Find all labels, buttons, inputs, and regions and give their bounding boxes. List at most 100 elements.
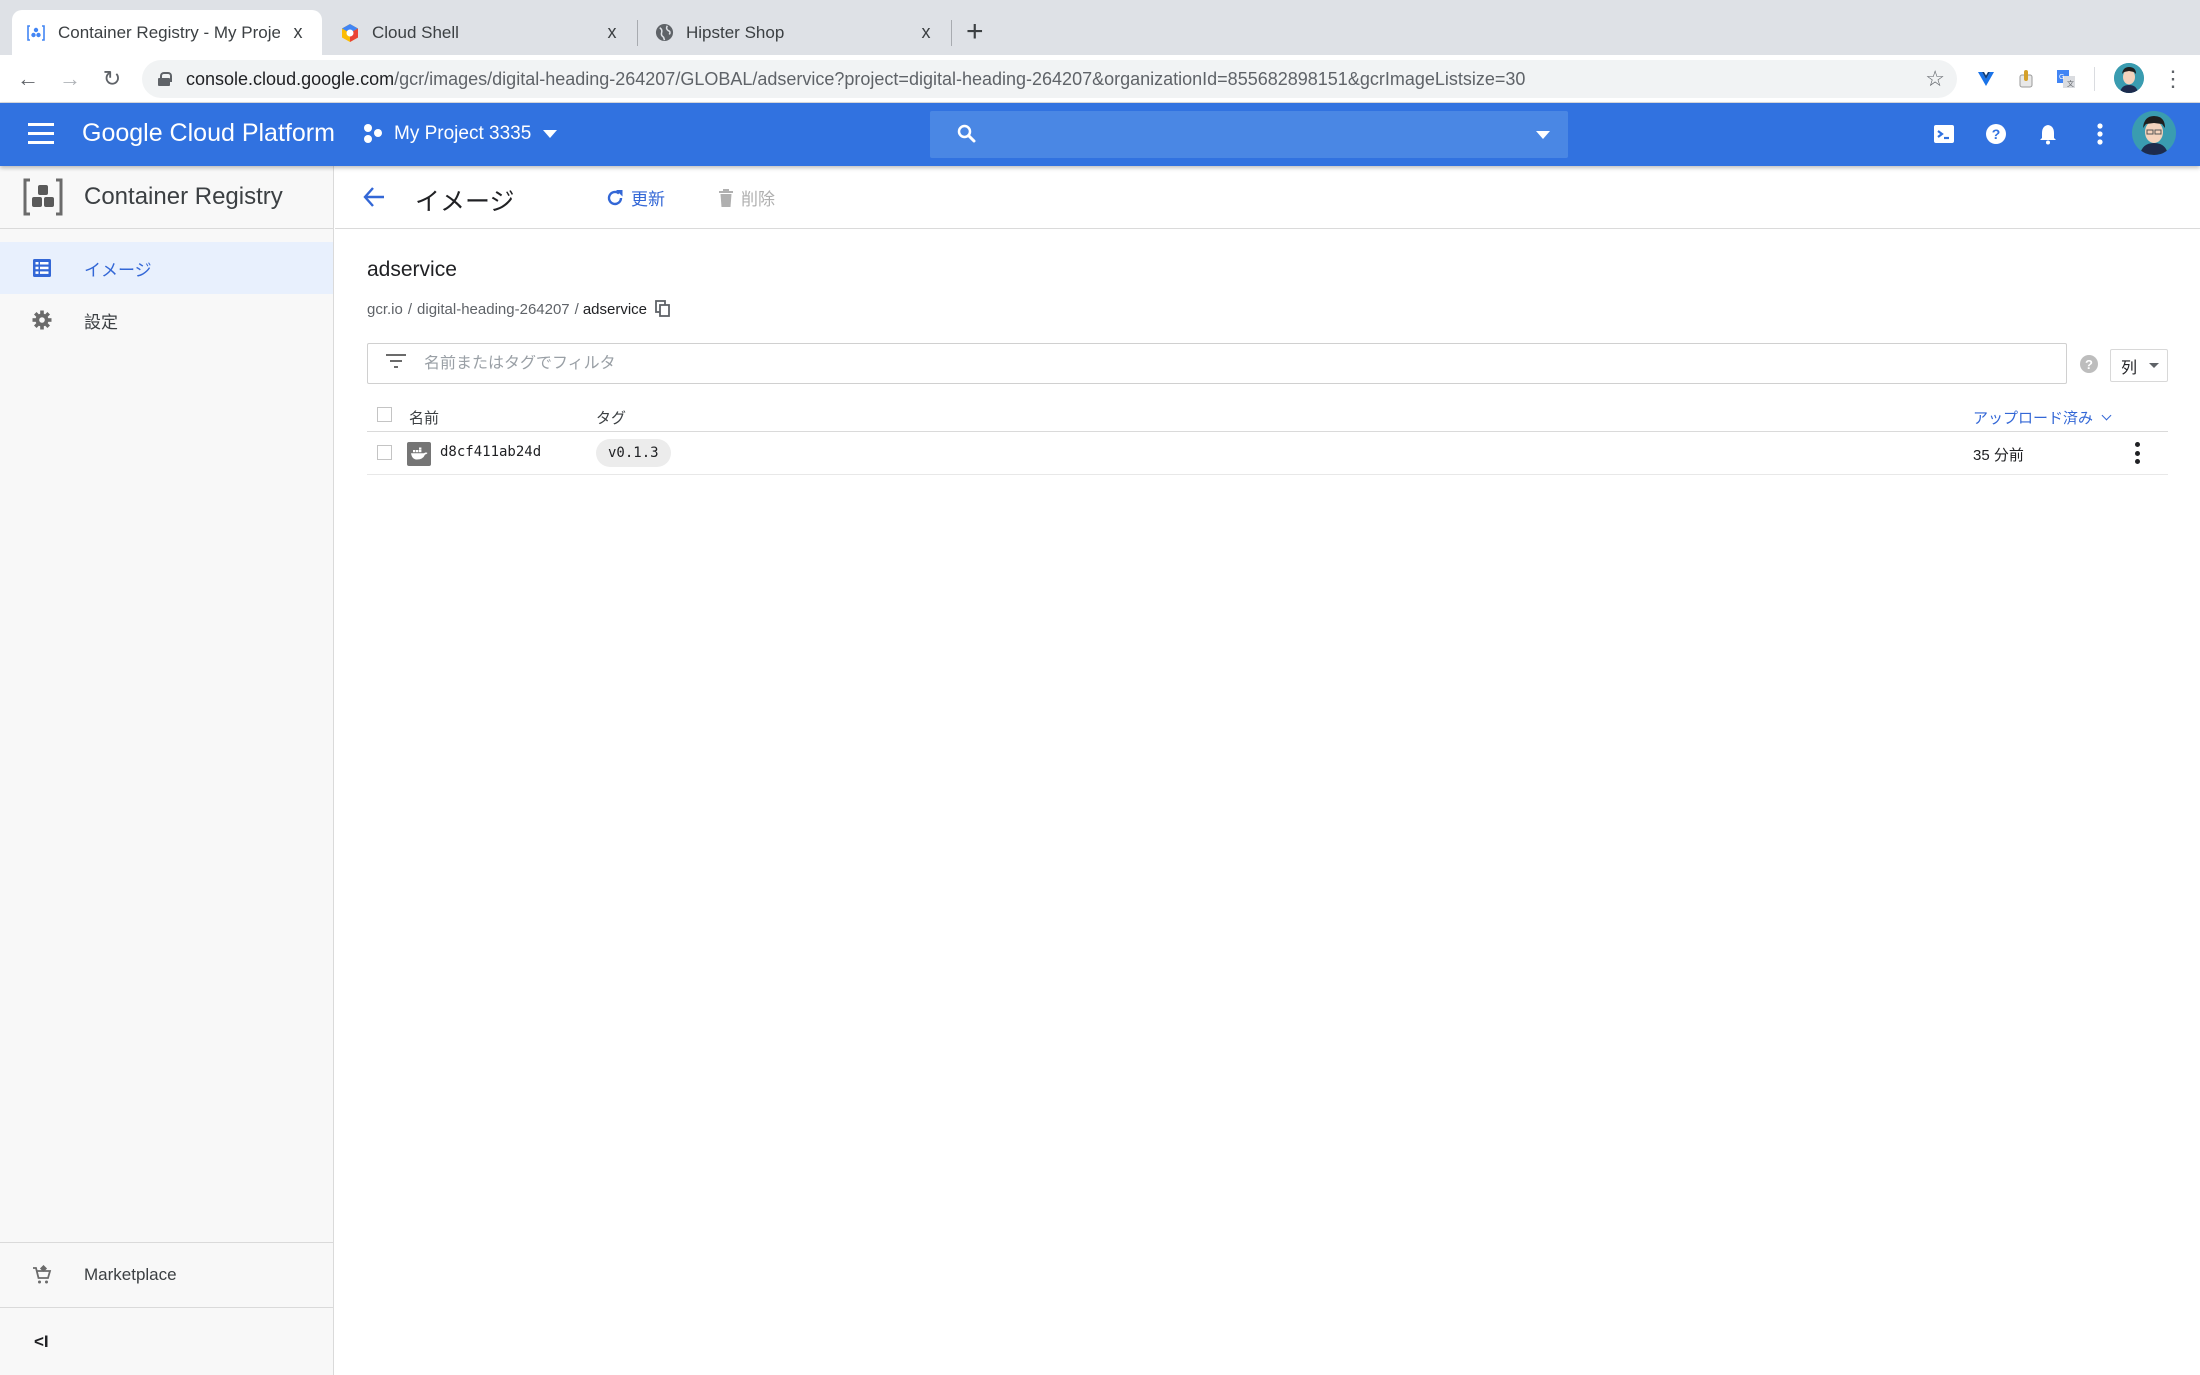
arrow-right-icon: → <box>59 66 81 91</box>
row-checkbox[interactable] <box>377 445 392 460</box>
delete-label: 削除 <box>741 190 775 209</box>
repository-path-breadcrumb: gcr.io / digital-heading-264207 / adserv… <box>367 300 671 318</box>
select-all-checkbox[interactable] <box>377 407 392 422</box>
forward-button[interactable]: → <box>54 63 86 95</box>
notifications-bell-icon[interactable] <box>2034 120 2062 148</box>
globe-icon <box>654 23 674 43</box>
column-header-uploaded[interactable]: アップロード済み <box>1973 407 2112 428</box>
cloud-shell-activate-icon[interactable] <box>1930 120 1958 148</box>
url-host: console.cloud.google.com <box>186 68 395 89</box>
refresh-icon <box>607 189 623 205</box>
gcp-brand-title[interactable]: Google Cloud Platform <box>82 119 335 148</box>
arrow-left-icon: ← <box>17 66 39 91</box>
reload-icon: ↻ <box>102 66 122 91</box>
browser-tab-hipster-shop[interactable]: Hipster Shop x <box>640 10 950 55</box>
lock-icon <box>158 72 172 86</box>
sidebar-item-marketplace[interactable]: Marketplace <box>0 1242 333 1307</box>
close-tab-icon[interactable]: x <box>602 22 622 43</box>
reload-button[interactable]: ↻ <box>96 63 128 95</box>
extension-vue-icon[interactable] <box>1974 67 1998 91</box>
container-registry-icon <box>26 23 46 43</box>
tab-title: Cloud Shell <box>372 22 459 42</box>
filter-box[interactable] <box>367 343 2067 384</box>
browser-profile-avatar[interactable] <box>2114 63 2144 93</box>
search-dropdown-icon[interactable] <box>1536 131 1550 139</box>
container-registry-logo-icon <box>22 176 64 218</box>
tab-separator <box>951 20 952 46</box>
hamburger-menu-icon[interactable] <box>28 123 54 145</box>
images-table: 名前 タグ アップロード済み d8cf411ab24d v0.1.3 35 分前 <box>367 398 2168 475</box>
extension-hand-icon[interactable] <box>2014 67 2038 91</box>
close-tab-icon[interactable]: x <box>916 22 936 43</box>
breadcrumb-separator: / <box>574 300 579 318</box>
svg-text:文: 文 <box>2067 79 2074 88</box>
help-circle-icon[interactable]: ? <box>2080 355 2098 373</box>
sidebar-item-settings[interactable]: 設定 <box>0 294 333 346</box>
bookmark-star-icon[interactable]: ☆ <box>1925 66 1945 92</box>
column-header-tags: タグ <box>596 410 627 427</box>
back-button[interactable]: ← <box>12 63 44 95</box>
sidebar-item-label: イメージ <box>84 260 152 280</box>
browser-toolbar: ← → ↻ console.cloud.google.com/gcr/image… <box>0 55 2200 103</box>
image-digest[interactable]: d8cf411ab24d <box>440 444 541 460</box>
tag-chip: v0.1.3 <box>596 439 671 467</box>
tab-title: Container Registry - My Project <box>58 22 280 42</box>
collapse-icon: <I <box>34 1331 49 1351</box>
page-action-bar: イメージ 更新 削除 <box>335 166 2200 229</box>
svg-text:G: G <box>2059 74 2064 81</box>
browser-tab-strip: Container Registry - My Project x Cloud … <box>0 0 2200 55</box>
sidebar-item-images[interactable]: イメージ <box>0 242 333 294</box>
console-header: Google Cloud Platform My Project 3335 ? <box>0 103 2200 166</box>
breadcrumb-project[interactable]: digital-heading-264207 <box>417 301 570 318</box>
column-header-uploaded-label: アップロード済み <box>1973 410 2094 427</box>
help-icon[interactable]: ? <box>1982 120 2010 148</box>
project-dots-icon <box>364 124 384 144</box>
refresh-button[interactable]: 更新 <box>605 185 665 210</box>
account-avatar[interactable] <box>2132 111 2176 155</box>
more-options-icon[interactable] <box>2086 120 2114 148</box>
columns-dropdown-button[interactable]: 列 <box>2110 349 2168 382</box>
uploaded-time: 35 分前 <box>1973 447 2024 464</box>
filter-input[interactable] <box>424 354 1924 373</box>
columns-label: 列 <box>2121 359 2138 377</box>
google-translate-icon[interactable]: G文 <box>2054 67 2078 91</box>
new-tab-button[interactable]: + <box>966 14 984 50</box>
sidebar: Container Registry イメージ 設定 Marketplace <… <box>0 166 334 1375</box>
delete-button[interactable]: 削除 <box>717 185 775 210</box>
browser-tab-container-registry[interactable]: Container Registry - My Project x <box>12 10 322 55</box>
list-icon <box>32 258 52 278</box>
search-icon <box>956 123 978 145</box>
page-title: イメージ <box>415 188 515 216</box>
table-row[interactable]: d8cf411ab24d v0.1.3 35 分前 <box>367 432 2168 475</box>
product-header: Container Registry <box>0 166 333 229</box>
search-bar[interactable] <box>930 111 1568 158</box>
address-bar[interactable]: console.cloud.google.com/gcr/images/digi… <box>142 60 1957 98</box>
docker-image-icon <box>407 442 431 466</box>
back-arrow-icon[interactable] <box>361 184 389 212</box>
filter-icon <box>386 354 406 373</box>
close-tab-icon[interactable]: x <box>288 22 308 43</box>
row-actions-more-icon[interactable] <box>2135 442 2141 464</box>
column-header-name[interactable]: 名前 <box>409 407 439 428</box>
browser-menu-icon[interactable]: ⋮ <box>2162 65 2184 93</box>
main-content: イメージ 更新 削除 adservice gcr.io / digital-he… <box>335 166 2200 1375</box>
marketplace-label: Marketplace <box>84 1265 177 1284</box>
breadcrumb-separator: / <box>407 300 413 318</box>
trash-icon <box>719 188 733 207</box>
repository-name: adservice <box>367 258 457 281</box>
breadcrumb-repo: adservice <box>582 300 648 318</box>
browser-tab-cloud-shell[interactable]: Cloud Shell x <box>326 10 636 55</box>
sidebar-item-label: 設定 <box>84 312 118 332</box>
product-name: Container Registry <box>84 183 283 210</box>
collapse-sidebar-button[interactable]: <I <box>0 1307 333 1375</box>
sort-chevron-down-icon <box>2101 410 2112 421</box>
refresh-label: 更新 <box>631 190 665 209</box>
svg-text:?: ? <box>1992 126 2001 142</box>
breadcrumb-registry[interactable]: gcr.io <box>367 301 403 318</box>
project-selector[interactable]: My Project 3335 <box>364 123 558 145</box>
caret-down-icon <box>2149 363 2160 368</box>
table-header-row: 名前 タグ アップロード済み <box>367 398 2168 432</box>
marketplace-cart-icon <box>32 1265 52 1285</box>
tab-separator <box>637 20 638 46</box>
copy-icon[interactable] <box>655 300 671 318</box>
